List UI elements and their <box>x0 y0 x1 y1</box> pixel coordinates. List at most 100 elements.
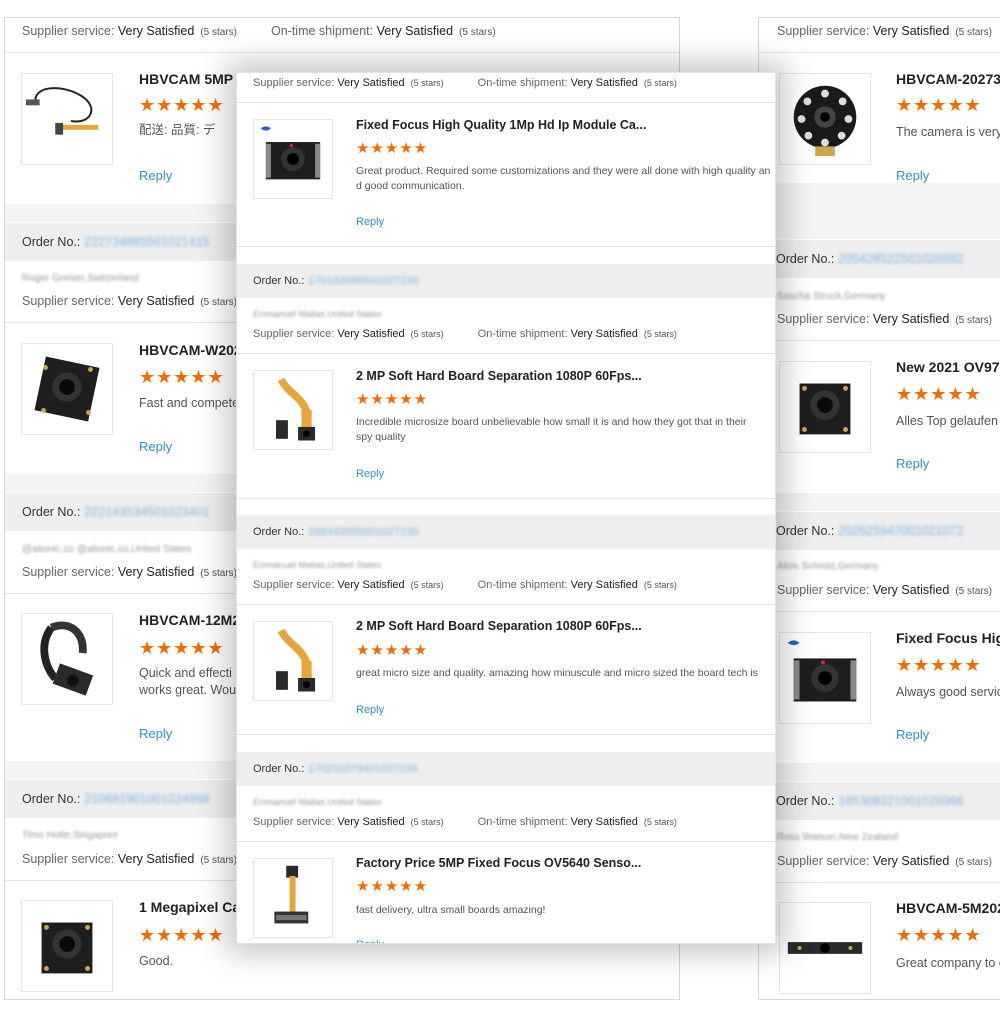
square-board-camera-image <box>34 356 100 422</box>
reply-link[interactable]: Reply <box>139 168 172 183</box>
reply-link[interactable]: Reply <box>356 468 384 480</box>
buyer-info: Alois Schmid,Germany <box>777 561 879 572</box>
product-image[interactable] <box>253 370 333 450</box>
supplier-service-line: Supplier service: Very Satisfied (5 stars… <box>253 579 775 591</box>
product-image[interactable] <box>779 361 871 453</box>
rating-stars: ★★★★★ <box>139 95 225 115</box>
shipment-rating: Very Satisfied <box>570 579 638 591</box>
supplier-service-line: Supplier service: Very Satisfied (5 stars… <box>777 312 1000 326</box>
divider <box>237 246 775 247</box>
order-number[interactable]: 222734885501021415 <box>84 235 209 249</box>
shipment-label: On-time shipment: <box>271 24 374 38</box>
supplier-service-line: Supplier service: Very Satisfied (5 stars… <box>777 854 1000 868</box>
shipment-stars: (5 stars) <box>643 580 677 590</box>
product-image[interactable] <box>21 73 113 165</box>
divider <box>237 353 775 354</box>
reply-link[interactable]: Reply <box>139 439 172 454</box>
product-title[interactable]: HBVCAM-20273 <box>896 71 1000 87</box>
review-separator <box>759 493 1000 511</box>
divider <box>237 841 775 842</box>
review-separator <box>759 183 1000 239</box>
product-image[interactable] <box>779 902 871 994</box>
buyer-info: Emmanuel Matias,United States <box>253 797 382 807</box>
product-image[interactable] <box>21 613 113 705</box>
product-title[interactable]: HBVCAM 5MP <box>139 71 233 87</box>
supplier-rating: Very Satisfied <box>337 816 405 828</box>
product-image[interactable] <box>253 621 333 701</box>
review-separator <box>759 763 1000 781</box>
order-label: Order No.: <box>776 794 835 808</box>
supplier-service-label: Supplier service: <box>777 24 870 38</box>
product-image[interactable] <box>21 343 113 435</box>
supplier-service-label: Supplier service: <box>253 77 335 89</box>
supplier-service-label: Supplier service: <box>253 579 335 591</box>
square-board-camera-image <box>41 922 93 974</box>
product-title[interactable]: 1 Megapixel Ca <box>139 899 240 915</box>
product-image[interactable] <box>779 73 871 165</box>
review-text: Great company to c <box>896 956 1000 970</box>
supplier-service-label: Supplier service: <box>22 294 115 308</box>
review-text: fast delivery, ultra small boards amazin… <box>356 904 546 916</box>
review-text-line: Great product. Required some customizati… <box>356 165 771 177</box>
shipment-label: On-time shipment: <box>477 77 568 89</box>
order-label: Order No.: <box>776 252 835 266</box>
order-number[interactable]: 202625947001021072 <box>838 524 963 538</box>
supplier-service-line: Supplier service: Very Satisfied (5 stars… <box>22 24 679 38</box>
rating-stars: ★★★★★ <box>139 925 225 945</box>
product-title[interactable]: Fixed Focus High <box>896 630 1000 646</box>
flex-board-camera-image <box>276 377 316 441</box>
order-label: Order No.: <box>253 526 305 538</box>
rating-stars: ★★★★★ <box>139 638 225 658</box>
reply-link[interactable]: Reply <box>896 168 929 183</box>
product-title[interactable]: New 2021 OV973 <box>896 359 1000 375</box>
product-title[interactable]: 2 MP Soft Hard Board Separation 1080P 60… <box>356 619 642 633</box>
supplier-rating: Very Satisfied <box>337 77 405 89</box>
order-label: Order No.: <box>22 505 81 519</box>
long-flex-camera-image <box>274 865 309 924</box>
supplier-service-label: Supplier service: <box>777 312 870 326</box>
reply-link[interactable]: Reply <box>896 456 929 471</box>
flex-board-camera-image <box>276 628 316 692</box>
buyer-info: Ross Watson,New Zealand <box>777 832 898 843</box>
product-title[interactable]: 2 MP Soft Hard Board Separation 1080P 60… <box>356 369 642 383</box>
product-title[interactable]: HBVCAM-W202 <box>139 342 242 358</box>
product-image[interactable] <box>253 858 333 938</box>
order-number[interactable]: 170183090501027230 <box>308 275 418 287</box>
product-image[interactable] <box>253 119 333 199</box>
reply-link[interactable]: Reply <box>356 704 384 716</box>
shipment-rating: Very Satisfied <box>570 328 638 340</box>
order-number[interactable]: 170211079401027230 <box>308 763 417 775</box>
supplier-rating: Very Satisfied <box>117 294 195 308</box>
center-review-panel: Supplier service: Very Satisfied (5 stars… <box>236 72 776 944</box>
product-title[interactable]: Factory Price 5MP Fixed Focus OV5640 Sen… <box>356 856 641 870</box>
order-number[interactable]: 168342055001027230 <box>308 526 418 538</box>
order-label: Order No.: <box>22 235 81 249</box>
reply-link[interactable]: Reply <box>896 727 929 742</box>
usb-cable-camera-module-image <box>25 87 99 135</box>
order-bar: Order No.: 168342055001027230 <box>237 515 775 549</box>
order-number[interactable]: 185308221001020366 <box>838 794 963 808</box>
product-image[interactable] <box>21 900 113 992</box>
supplier-rating: Very Satisfied <box>117 24 195 38</box>
product-title[interactable]: HBVCAM-12M2 <box>139 612 240 628</box>
shipment-label: On-time shipment: <box>477 816 568 828</box>
rating-stars: ★★★★★ <box>356 391 429 408</box>
review-text: Fast and compete <box>139 396 240 410</box>
product-title[interactable]: HBVCAM-5M202 <box>896 900 1000 916</box>
order-number[interactable]: 205428522501026692 <box>838 252 963 266</box>
product-title[interactable]: Fixed Focus High Quality 1Mp Hd Ip Modul… <box>356 118 646 132</box>
product-image[interactable] <box>779 632 871 724</box>
divider <box>237 604 775 605</box>
reply-link[interactable]: Reply <box>356 939 384 943</box>
shipment-stars: (5 stars) <box>643 329 677 339</box>
order-number[interactable]: 222143534501023401 <box>84 505 209 519</box>
divider <box>759 611 1000 612</box>
order-number[interactable]: 210681901001024998 <box>84 792 209 806</box>
shipment-label: On-time shipment: <box>477 328 568 340</box>
supplier-rating: Very Satisfied <box>872 854 950 868</box>
reply-link[interactable]: Reply <box>139 726 172 741</box>
order-bar: Order No.: 170183090501027230 <box>237 264 775 298</box>
rating-stars: ★★★★★ <box>896 95 982 115</box>
supplier-service-label: Supplier service: <box>777 854 870 868</box>
reply-link[interactable]: Reply <box>356 216 384 228</box>
